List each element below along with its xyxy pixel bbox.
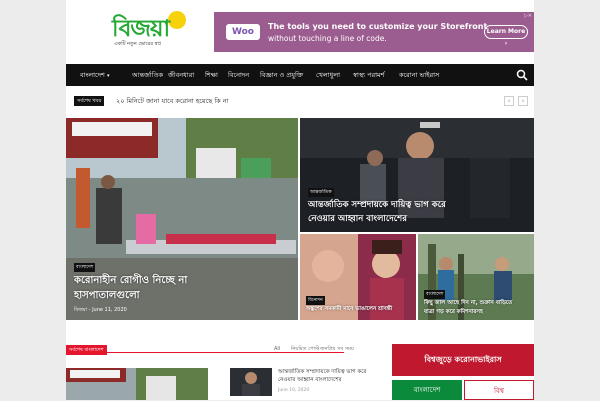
ad-title: The tools you need to customize your Sto… xyxy=(268,22,488,31)
nav-item-coronavirus[interactable]: করোনা ভাইরাস xyxy=(399,64,439,86)
learn-more-button[interactable]: Learn More › xyxy=(484,25,528,47)
tab-world[interactable]: বিশ্ব xyxy=(464,380,534,400)
nav-item-lifestyle[interactable]: জীবনধারা xyxy=(168,64,194,86)
hero-top-right-title-line1[interactable]: আন্তর্জাতিক সম্প্রদায়কে দায়িত্ব ভাগ কর… xyxy=(308,198,446,212)
nav-item-entertainment[interactable]: বিনোদন xyxy=(228,64,249,86)
breaking-news-ticker: সর্বশেষ খবর ২০ মিনিটে জানা যাবে করোনা হয… xyxy=(66,94,534,108)
ad-subtitle: without touching a line of code. xyxy=(268,34,387,43)
nav-item-sports[interactable]: খেলাধুলা xyxy=(316,64,340,86)
ticker-prev-button[interactable]: ‹ xyxy=(504,96,514,106)
hero-small-1-title[interactable]: অঙ্কুশের সমকামী মানে ভাঙালেন শ্রাবন্তী xyxy=(306,306,392,314)
logo-tagline: একটি নতুন ভোরের স্বপ্ন xyxy=(114,41,161,47)
ticker-next-button[interactable]: › xyxy=(518,96,528,106)
category-badge[interactable]: বাংলাদেশ xyxy=(424,290,446,299)
page: বিজয়া একটি নতুন ভোরের স্বপ্ন Woo The to… xyxy=(66,0,534,400)
hero-top-right-story[interactable]: আন্তর্জাতিক আন্তর্জাতিক সম্প্রদায়কে দায… xyxy=(300,118,534,232)
ad-choices-icon[interactable]: ▷✕ xyxy=(524,13,532,19)
section-story-title-line2[interactable]: নেওয়ার আহ্বান বাংলাদেশের xyxy=(278,376,342,384)
section-lead-photo[interactable] xyxy=(66,368,208,400)
nav-item-science-tech[interactable]: বিজ্ঞান ও প্রযুক্তি xyxy=(260,64,303,86)
nav-item-education[interactable]: শিক্ষা xyxy=(205,64,218,86)
hero-main-title-line2[interactable]: হাসপাতালগুলো xyxy=(74,288,140,305)
ticker-label: সর্বশেষ খবর xyxy=(74,96,105,106)
coronavirus-widget: বিশ্বজুড়ে করোনাভাইরাস বাংলাদেশ বিশ্ব xyxy=(392,344,534,400)
search-icon[interactable] xyxy=(516,69,528,81)
main-nav: বাংলাদেশ ▾ আন্তর্জাতিক জীবনধারা শিক্ষা ব… xyxy=(66,64,534,86)
site-logo[interactable]: বিজয়া একটি নতুন ভোরের স্বপ্ন xyxy=(112,10,220,54)
hero-small-2-title-line1[interactable]: কিছু জাল আছে দিন না, শুক্রান বাড়িতে xyxy=(424,300,512,308)
nav-item-bangladesh[interactable]: বাংলাদেশ ▾ xyxy=(80,64,110,86)
logo-sun-icon xyxy=(168,11,186,29)
coronavirus-widget-heading: বিশ্বজুড়ে করোনাভাইরাস xyxy=(392,344,534,376)
advertisement-banner[interactable]: Woo The tools you need to customize your… xyxy=(214,12,534,52)
learn-more-label: Learn More xyxy=(486,28,526,35)
hero-top-right-title-line2[interactable]: নেওয়ার আহ্বান বাংলাদেশের xyxy=(308,212,407,226)
category-badge[interactable]: বিনোদন xyxy=(306,296,325,305)
section-story-date: June 10, 2020 xyxy=(278,388,310,393)
nav-item-health[interactable]: স্বাস্থ্য পরামর্শ xyxy=(353,64,384,86)
ticker-headline[interactable]: ২০ মিনিটে জানা যাবে করোনা হয়েছে কি না xyxy=(116,95,229,107)
nav-label: বাংলাদেশ xyxy=(80,71,105,79)
tab-bangladesh[interactable]: বাংলাদেশ xyxy=(392,380,462,400)
hero-small-story-2[interactable]: বাংলাদেশ কিছু জাল আছে দিন না, শুক্রান বা… xyxy=(418,234,534,320)
hero-small-2-title-line2[interactable]: যাত্রা গড় করে কমিশনারসহ xyxy=(424,309,483,317)
category-badge[interactable]: আন্তর্জাতিক xyxy=(308,188,334,197)
section-story-title-line1[interactable]: আন্তর্জাতিক সম্প্রদায়কে দায়িত্ব ভাগ কর… xyxy=(278,368,367,376)
hero-main-story[interactable]: বাংলাদেশ করোনাহীন রোগীও নিচ্ছে না হাসপাত… xyxy=(66,118,298,320)
category-badge[interactable]: বাংলাদেশ xyxy=(74,263,96,272)
chevron-down-icon: ▾ xyxy=(106,73,110,79)
nav-item-international[interactable]: আন্তর্জাতিক xyxy=(132,64,163,86)
tab-popular[interactable]: জনপ্রিয় সব সময় xyxy=(320,346,354,354)
hero-small-story-1[interactable]: বিনোদন অঙ্কুশের সমকামী মানে ভাঙালেন শ্রা… xyxy=(300,234,416,320)
tab-regular[interactable]: নিয়মিত পোস্ট xyxy=(291,346,319,354)
section-story-thumbnail[interactable] xyxy=(230,368,272,396)
hero-main-meta: বিজয়া - June 11, 2020 xyxy=(74,307,127,313)
woo-logo: Woo xyxy=(226,24,260,40)
section-title: সর্বশেষ বাংলাদেশ xyxy=(66,345,107,355)
tab-all[interactable]: All xyxy=(274,346,280,352)
